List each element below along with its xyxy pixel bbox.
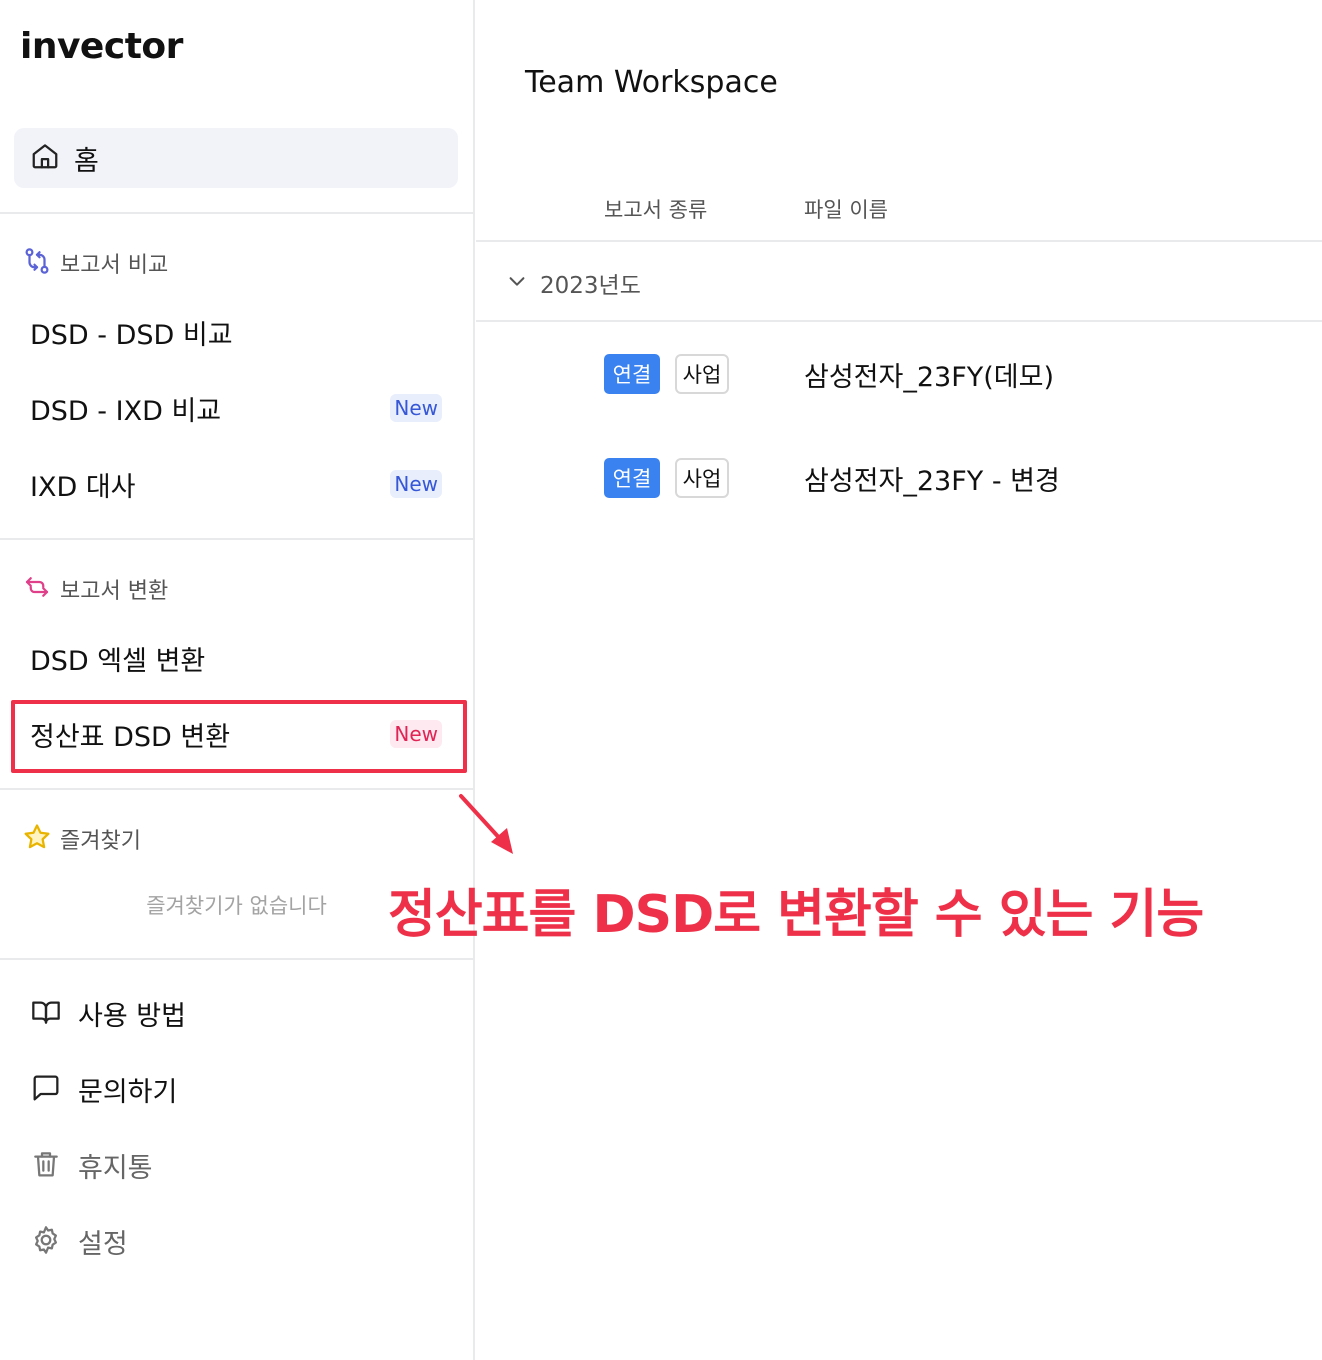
year-group-label: 2023년도 <box>540 273 641 299</box>
year-group-toggle[interactable]: 2023년도 <box>506 266 641 300</box>
sidebar-item-trash[interactable]: 휴지통 <box>30 1146 153 1185</box>
sidebar-item-dsd-dsd-compare[interactable]: DSD - DSD 비교 <box>30 310 442 354</box>
section-heading-label: 즐겨찾기 <box>60 829 141 854</box>
sidebar-item-home[interactable]: 홈 <box>14 128 458 188</box>
section-heading-compare: 보고서 비교 <box>22 246 168 280</box>
section-heading-favorites: 즐겨찾기 <box>22 822 141 856</box>
sidebar-item-label: 문의하기 <box>78 1077 178 1108</box>
page-title: Team Workspace <box>525 65 778 100</box>
gear-icon <box>30 1224 62 1260</box>
file-name[interactable]: 삼성전자_23FY(데모) <box>804 355 1054 394</box>
column-header-report-type[interactable]: 보고서 종류 <box>604 194 707 224</box>
sidebar-item-label: 홈 <box>74 145 99 177</box>
divider <box>0 788 473 790</box>
sidebar-item-label: 사용 방법 <box>78 1001 186 1032</box>
divider <box>0 958 473 960</box>
new-badge: New <box>390 394 442 422</box>
sidebar-item-label: 휴지통 <box>78 1153 153 1184</box>
sidebar-item-label: DSD 엑셀 변환 <box>30 645 206 677</box>
chevron-down-icon <box>506 270 528 296</box>
sidebar-item-settings[interactable]: 설정 <box>30 1222 128 1261</box>
divider <box>0 538 473 540</box>
sidebar-item-label: IXD 대사 <box>30 471 136 503</box>
report-tag-consolidated: 연결 <box>604 354 660 394</box>
app-logo[interactable]: invector <box>20 26 183 67</box>
table-row[interactable]: 연결 사업 삼성전자_23FY - 변경 <box>604 458 1060 498</box>
annotation-text: 정산표를 DSD로 변환할 수 있는 기능 <box>388 885 1204 945</box>
report-tag-consolidated: 연결 <box>604 458 660 498</box>
sidebar-item-ixd-reconcile[interactable]: IXD 대사 New <box>30 462 442 506</box>
sidebar-item-dsd-excel-convert[interactable]: DSD 엑셀 변환 <box>30 636 442 680</box>
section-heading-label: 보고서 비교 <box>60 253 169 278</box>
sidebar-item-label: DSD - IXD 비교 <box>30 395 222 427</box>
compare-icon <box>22 246 52 280</box>
sidebar-item-guide[interactable]: 사용 방법 <box>30 994 186 1033</box>
column-header-file-name[interactable]: 파일 이름 <box>804 194 888 224</box>
sidebar-item-label: 설정 <box>78 1229 128 1260</box>
home-icon <box>30 141 60 175</box>
convert-icon <box>22 572 52 606</box>
section-heading-convert: 보고서 변환 <box>22 572 168 606</box>
sidebar-item-label: DSD - DSD 비교 <box>30 319 233 351</box>
sidebar-item-dsd-ixd-compare[interactable]: DSD - IXD 비교 New <box>30 386 442 430</box>
divider <box>476 320 1322 322</box>
table-row[interactable]: 연결 사업 삼성전자_23FY(데모) <box>604 354 1054 394</box>
divider <box>0 212 473 214</box>
trash-icon <box>30 1148 62 1184</box>
sidebar: invector 홈 보고서 비교 DSD - DSD 비교 DSD - IXD… <box>0 0 475 1360</box>
book-icon <box>30 996 62 1032</box>
highlight-box <box>11 700 467 773</box>
message-icon <box>30 1072 62 1108</box>
sidebar-item-contact[interactable]: 문의하기 <box>30 1070 177 1109</box>
report-tag-business: 사업 <box>675 458 729 498</box>
divider <box>476 240 1322 242</box>
report-tag-business: 사업 <box>675 354 729 394</box>
file-name[interactable]: 삼성전자_23FY - 변경 <box>804 459 1060 498</box>
annotation-arrow <box>459 794 513 854</box>
new-badge: New <box>390 470 442 498</box>
star-icon <box>22 822 52 856</box>
section-heading-label: 보고서 변환 <box>60 579 169 604</box>
